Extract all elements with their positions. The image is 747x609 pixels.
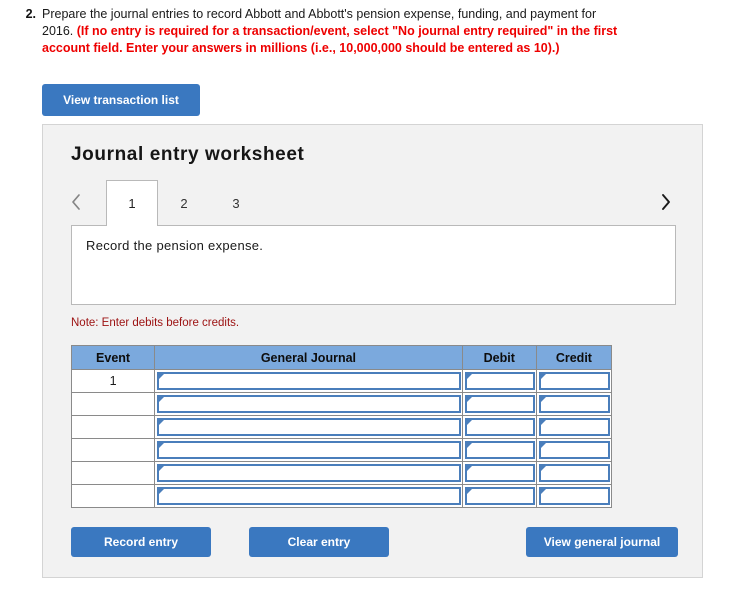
general-journal-input[interactable]	[157, 372, 461, 390]
credit-input[interactable]	[538, 372, 610, 390]
worksheet-tab-1[interactable]: 1	[106, 180, 158, 226]
table-row	[70, 392, 613, 416]
table-row	[70, 484, 613, 508]
event-number-cell	[70, 392, 156, 416]
journal-entry-table: Event General Journal Debit Credit 1	[70, 345, 613, 508]
debit-input[interactable]	[464, 464, 535, 482]
question-text: Prepare the journal entries to record Ab…	[42, 6, 622, 57]
general-journal-cell	[154, 369, 463, 393]
table-row	[70, 415, 613, 439]
general-journal-input[interactable]	[157, 464, 461, 482]
column-header-general-journal: General Journal	[154, 345, 463, 370]
credit-input[interactable]	[538, 395, 610, 413]
column-header-event: Event	[70, 345, 156, 370]
credit-input[interactable]	[538, 418, 610, 436]
table-row: 1	[70, 369, 613, 393]
column-header-debit: Debit	[461, 345, 537, 370]
credit-cell	[535, 461, 613, 485]
journal-entry-worksheet-panel: Journal entry worksheet 1 2 3 Record the…	[42, 124, 703, 578]
table-header-row: Event General Journal Debit Credit	[70, 345, 613, 370]
credit-input[interactable]	[538, 464, 610, 482]
general-journal-input[interactable]	[157, 418, 461, 436]
general-journal-input[interactable]	[157, 487, 461, 505]
credit-cell	[535, 392, 613, 416]
worksheet-tab-bar: 1 2 3	[43, 179, 704, 226]
column-header-credit: Credit	[535, 345, 613, 370]
credit-cell	[535, 438, 613, 462]
general-journal-cell	[154, 461, 463, 485]
debit-cell	[461, 484, 537, 508]
credit-cell	[535, 369, 613, 393]
worksheet-tab-1-label: 1	[128, 196, 136, 211]
general-journal-cell	[154, 415, 463, 439]
question-text-emphasis: (If no entry is required for a transacti…	[42, 24, 618, 55]
debit-input[interactable]	[464, 441, 535, 459]
worksheet-tab-2-label: 2	[180, 195, 188, 211]
credit-cell	[535, 484, 613, 508]
event-number-cell	[70, 484, 156, 508]
question-number: 2.	[25, 7, 36, 21]
debit-cell	[461, 415, 537, 439]
credit-cell	[535, 415, 613, 439]
event-number-cell: 1	[70, 369, 156, 393]
debit-cell	[461, 392, 537, 416]
chevron-left-icon[interactable]	[65, 189, 87, 215]
panel-title: Journal entry worksheet	[71, 144, 305, 165]
event-number-cell	[70, 415, 156, 439]
event-number-cell	[70, 438, 156, 462]
question-block: 2. Prepare the journal entries to record…	[0, 6, 747, 57]
debit-cell	[461, 369, 537, 393]
debit-input[interactable]	[464, 487, 535, 505]
worksheet-tab-2[interactable]: 2	[158, 180, 210, 226]
worksheet-tab-3[interactable]: 3	[210, 180, 262, 226]
worksheet-tab-3-label: 3	[232, 195, 240, 211]
general-journal-cell	[154, 392, 463, 416]
debit-input[interactable]	[464, 395, 535, 413]
debit-input[interactable]	[464, 372, 535, 390]
credit-input[interactable]	[538, 441, 610, 459]
event-number-cell	[70, 461, 156, 485]
table-row	[70, 438, 613, 462]
credit-input[interactable]	[538, 487, 610, 505]
debit-input[interactable]	[464, 418, 535, 436]
general-journal-cell	[154, 438, 463, 462]
view-general-journal-button[interactable]: View general journal	[526, 527, 678, 557]
table-row	[70, 461, 613, 485]
debits-before-credits-note: Note: Enter debits before credits.	[71, 317, 240, 329]
general-journal-cell	[154, 484, 463, 508]
transaction-instruction-text: Record the pension expense.	[86, 238, 264, 253]
chevron-right-icon[interactable]	[654, 189, 676, 215]
clear-entry-button[interactable]: Clear entry	[249, 527, 389, 557]
general-journal-input[interactable]	[157, 395, 461, 413]
general-journal-input[interactable]	[157, 441, 461, 459]
debit-cell	[461, 438, 537, 462]
record-entry-button[interactable]: Record entry	[71, 527, 211, 557]
view-transaction-list-button[interactable]: View transaction list	[42, 84, 200, 116]
debit-cell	[461, 461, 537, 485]
transaction-instruction-box: Record the pension expense.	[71, 225, 676, 305]
